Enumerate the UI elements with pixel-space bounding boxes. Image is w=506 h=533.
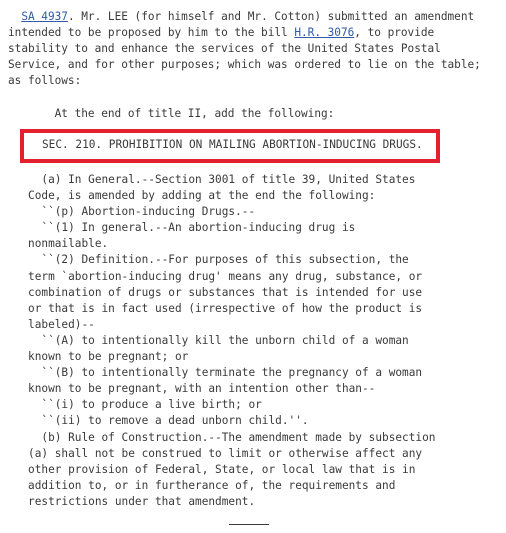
body-line: (b) Rule of Construction.--The amendment…	[8, 430, 436, 444]
body-line: ``(i) to produce a live birth; or	[8, 398, 262, 412]
body-line: known to be pregnant, with an intention …	[8, 382, 376, 396]
intro-line-2: intended to be proposed by him to the bi…	[8, 25, 503, 41]
body-line: known to be pregnant; or	[8, 350, 189, 364]
instruction-line: At the end of title II, add the followin…	[8, 106, 503, 122]
body-line: Code, is amended by adding at the end th…	[8, 189, 376, 203]
intro-line-3: stability to and enhance the services of…	[8, 42, 441, 56]
end-rule	[229, 524, 269, 525]
instruction-text: At the end of title II, add the followin…	[54, 106, 335, 120]
body-line: ``(A) to intentionally kill the unborn c…	[8, 333, 409, 347]
body-line: ``(p) Abortion-inducing Drugs.--	[8, 205, 256, 219]
body-line: other provision of Federal, State, or lo…	[8, 462, 416, 476]
body-line: ``(ii) to remove a dead unborn child.''.	[8, 414, 309, 428]
body-line: addition to, or in furtherance of, the r…	[8, 478, 396, 492]
intro-line-4: Service, and for other purposes; which w…	[8, 58, 481, 72]
bill-link[interactable]: H.R. 3076	[294, 26, 354, 39]
amendment-body: (a) In General.--Section 3001 of title 3…	[8, 172, 435, 510]
intro-text-2a: intended to be proposed by him to the bi…	[8, 26, 295, 40]
body-line: term `abortion-inducing drug' means any …	[8, 269, 423, 283]
body-line: ``(B) to intentionally terminate the pre…	[8, 366, 423, 380]
body-line: ``(1) In general.--An abortion-inducing …	[8, 221, 356, 235]
intro-text-1: . Mr. LEE (for himself and Mr. Cotton) s…	[67, 10, 475, 23]
body-line: restrictions under that amendment.	[8, 494, 256, 508]
section-heading: SEC. 210. PROHIBITION ON MAILING ABORTIO…	[42, 138, 423, 151]
amendment-intro: SA 4937. Mr. LEE (for himself and Mr. Co…	[8, 9, 503, 122]
intro-text-2b: , to provide	[354, 26, 435, 40]
body-line: ``(2) Definition.--For purposes of this …	[8, 253, 409, 267]
body-line: nonmailable.	[8, 237, 109, 251]
body-line: or that is in fact used (irrespective of…	[8, 301, 423, 315]
intro-line-1: SA 4937. Mr. LEE (for himself and Mr. Co…	[8, 9, 503, 25]
amendment-link[interactable]: SA 4937	[21, 10, 68, 23]
body-line: (a) shall not be construed to limit or o…	[8, 446, 423, 460]
body-line: (a) In General.--Section 3001 of title 3…	[8, 173, 416, 186]
body-line: combination of drugs or substances that …	[8, 285, 423, 299]
intro-line-5: as follows:	[8, 74, 82, 88]
body-line: labeled)--	[8, 317, 95, 331]
